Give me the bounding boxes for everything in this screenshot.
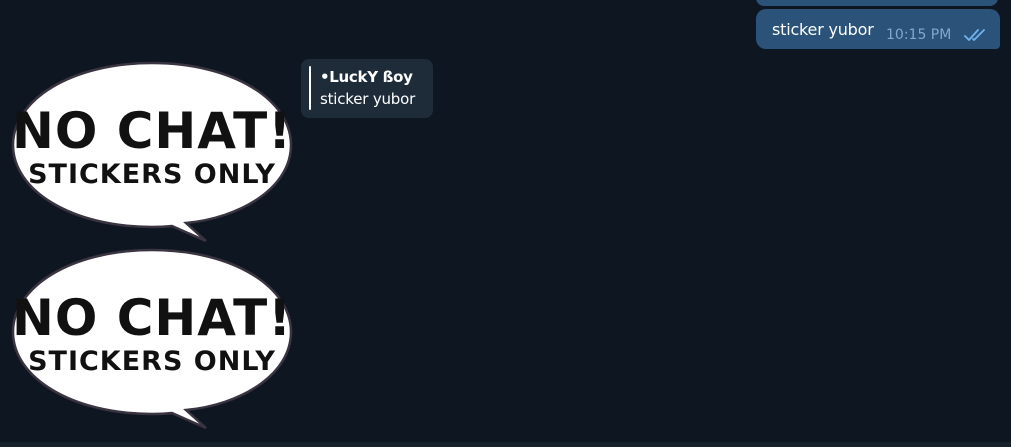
reply-indicator-bar <box>309 66 311 110</box>
reply-text: sticker yubor <box>320 90 416 108</box>
message-text: sticker yubor <box>772 20 874 39</box>
composer-edge <box>0 442 1011 447</box>
message-time: 10:15 PM <box>886 27 952 43</box>
outgoing-message-bubble[interactable]: sticker yubor 10:15 PM <box>756 9 1000 49</box>
double-check-icon <box>964 29 985 41</box>
previous-message-bubble[interactable] <box>756 0 998 6</box>
sticker-line1: NO CHAT! <box>12 289 292 347</box>
sticker-line2: STICKERS ONLY <box>28 346 276 377</box>
chat-area: sticker yubor 10:15 PM NO CHAT! STICKERS… <box>0 0 1011 447</box>
reply-preview[interactable]: •LuckY ßoy sticker yubor <box>301 59 433 118</box>
sticker-speech-bubble[interactable]: NO CHAT! STICKERS ONLY <box>8 247 296 432</box>
sticker-speech-bubble[interactable]: NO CHAT! STICKERS ONLY <box>8 60 296 245</box>
sticker-line2: STICKERS ONLY <box>28 159 276 190</box>
sticker-line1: NO CHAT! <box>12 102 292 160</box>
reply-author: •LuckY ßoy <box>320 68 413 86</box>
